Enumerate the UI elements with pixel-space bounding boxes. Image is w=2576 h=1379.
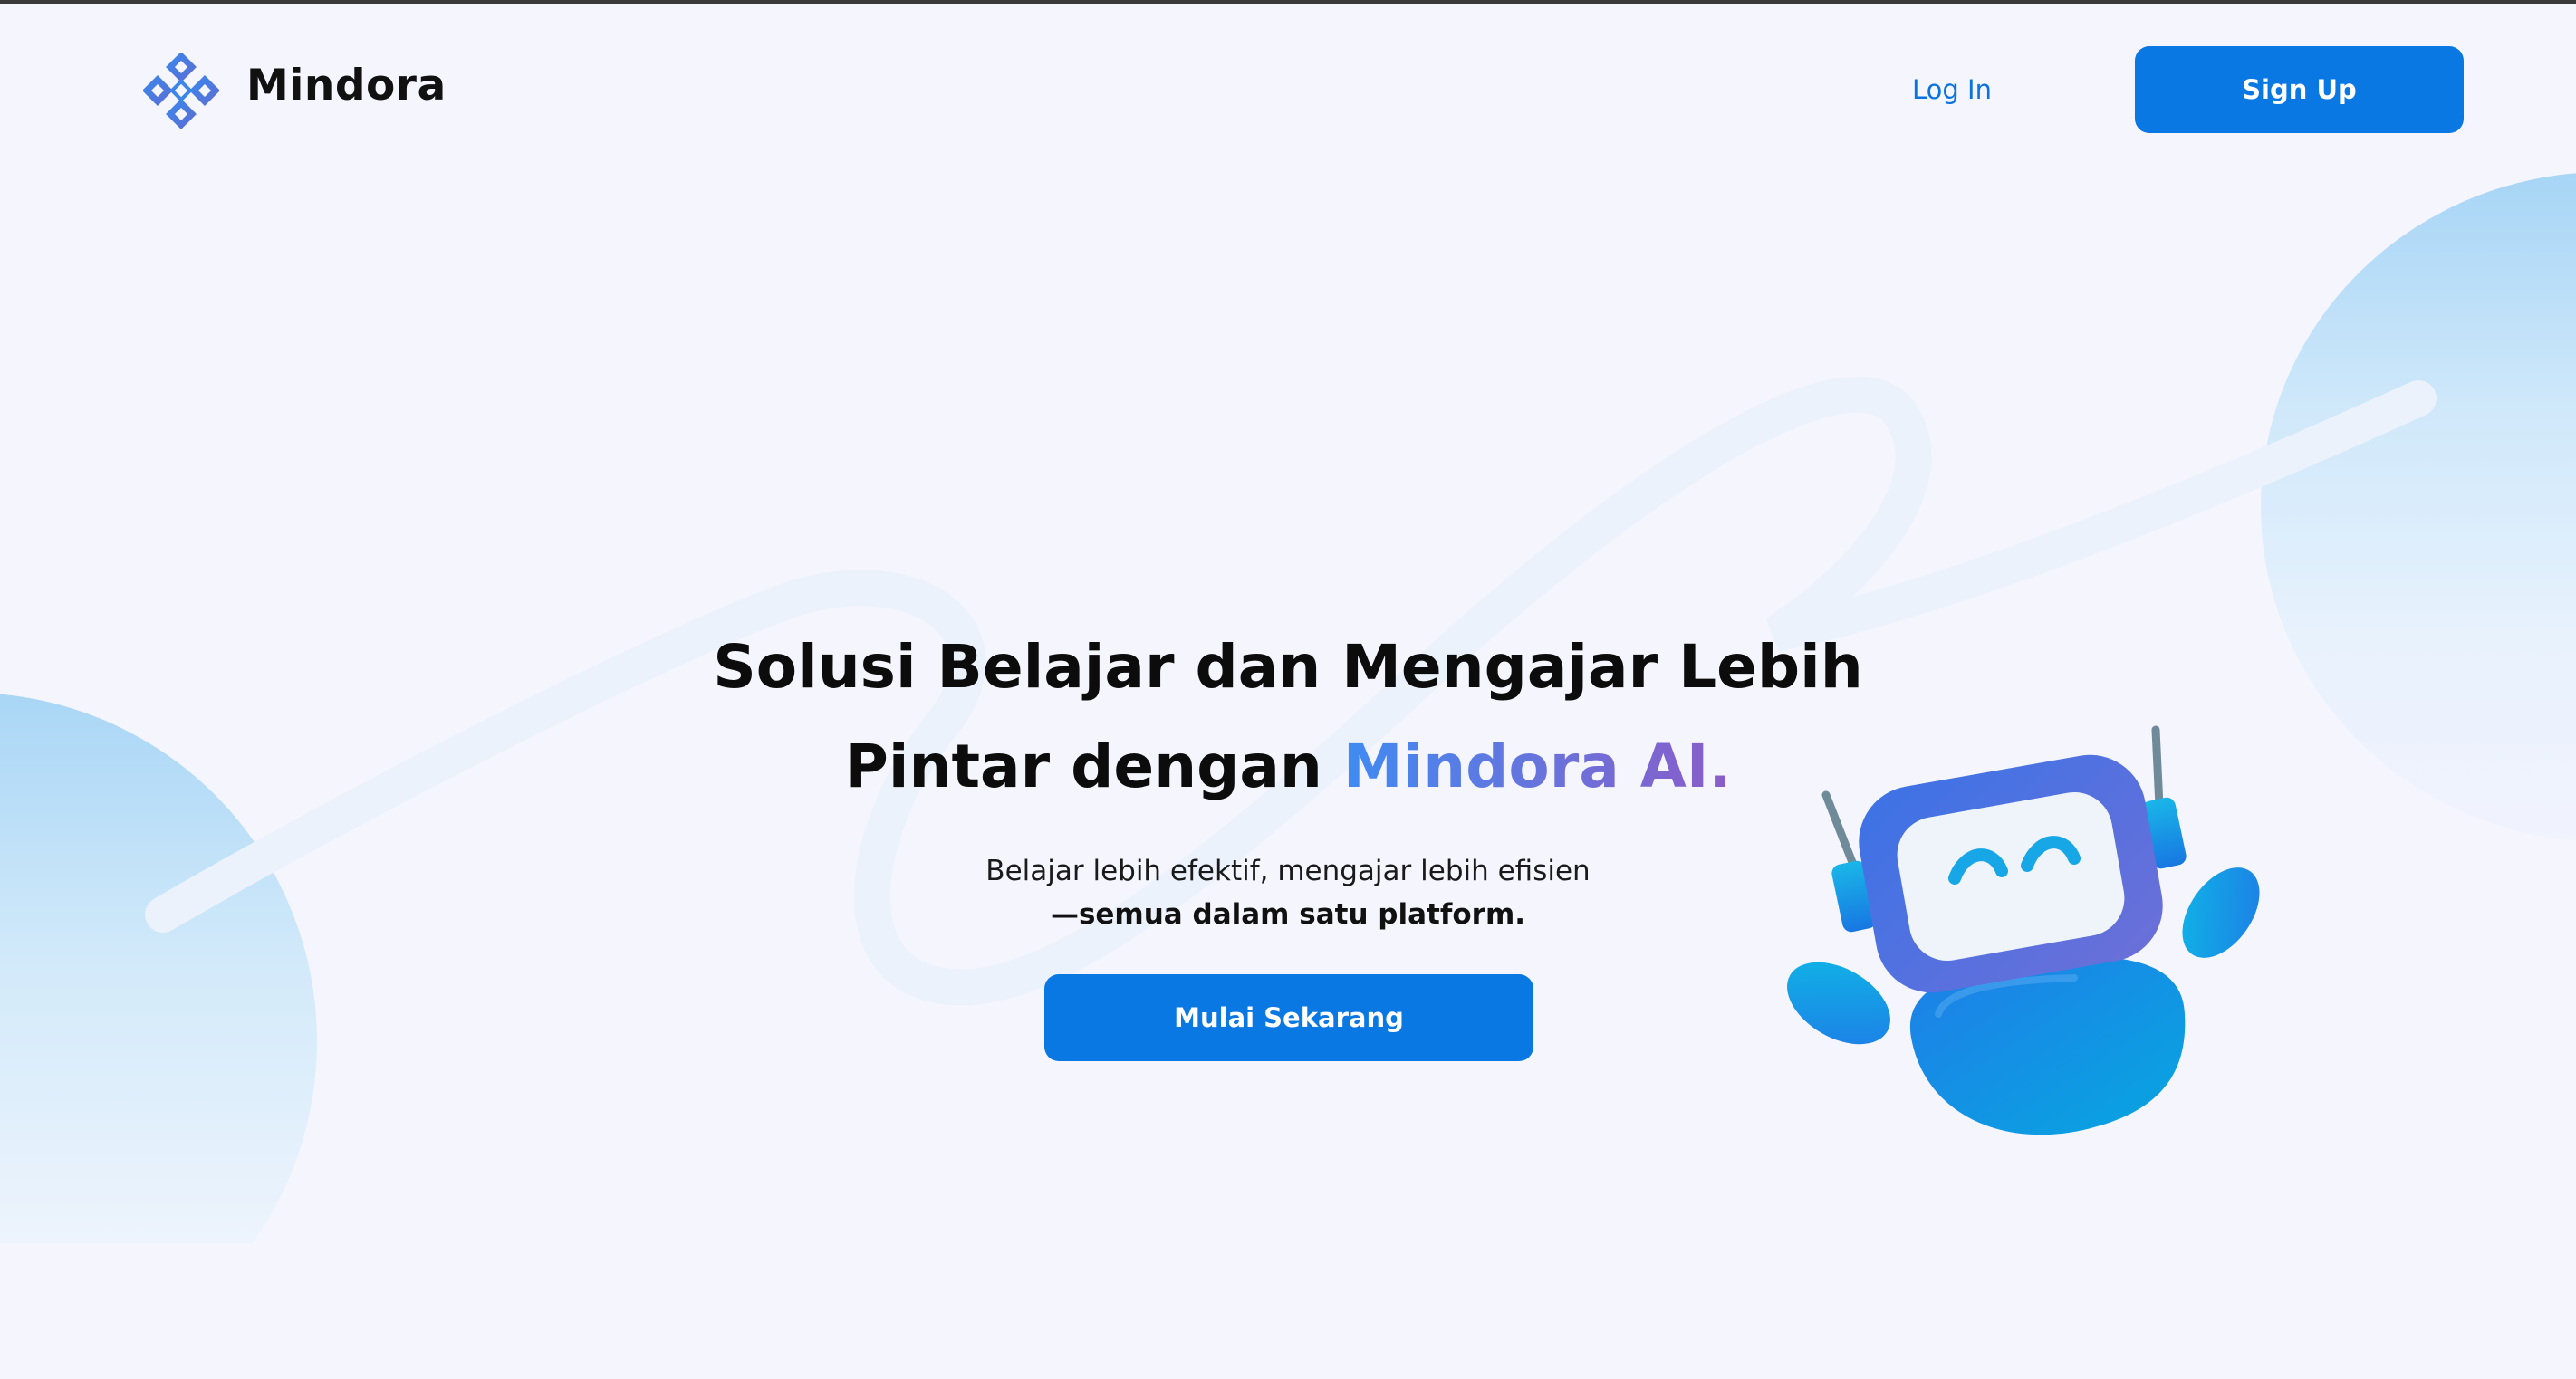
hero-title-accent: Mindora AI.: [1342, 732, 1732, 801]
get-started-button[interactable]: Mulai Sekarang: [1044, 974, 1533, 1061]
mindora-logo-icon[interactable]: [143, 53, 219, 129]
hero-title-line2-prefix: Pintar dengan: [844, 732, 1343, 801]
signup-button[interactable]: Sign Up: [2135, 46, 2464, 133]
hero-subtitle-emphasis: —semua dalam satu platform.: [1050, 898, 1526, 931]
login-link[interactable]: Log In: [1848, 74, 2056, 105]
hero-subtitle: Belajar lebih efektif, mengajar lebih ef…: [985, 855, 1591, 887]
robot-mascot-illustration: [1787, 725, 2260, 1135]
top-navigation-bar: Mindora Log In Sign Up: [0, 4, 2576, 172]
hero-title-line1: Solusi Belajar dan Mengajar Lebih: [713, 632, 1863, 702]
brand-name[interactable]: Mindora: [246, 61, 447, 110]
